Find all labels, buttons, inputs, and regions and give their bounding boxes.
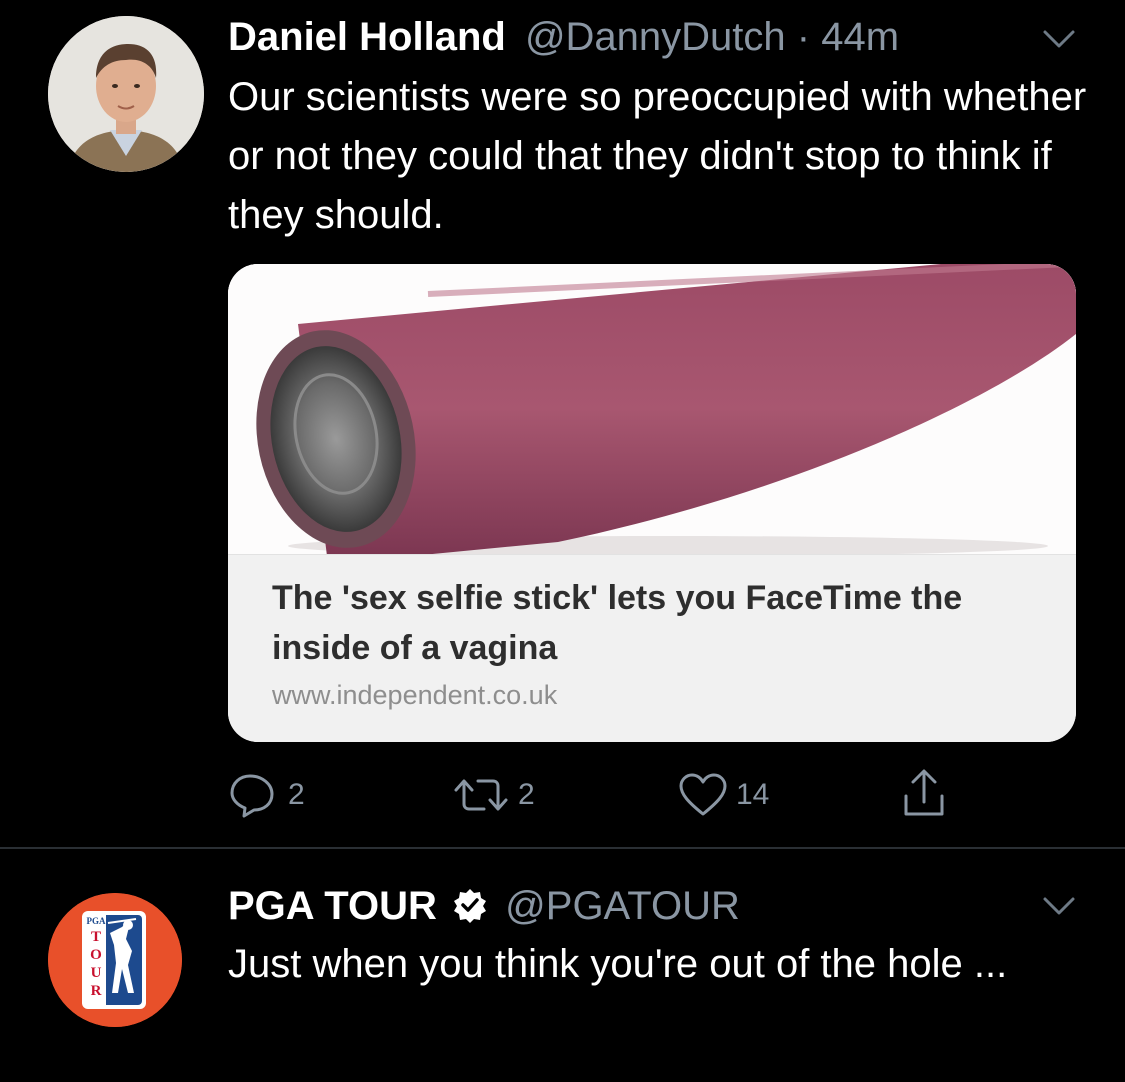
- tweet-header: Daniel Holland @DannyDutch · 44m: [228, 14, 899, 60]
- handle[interactable]: @PGATOUR: [505, 884, 740, 928]
- avatar-pga-tour[interactable]: PGA TOUR: [48, 893, 182, 1027]
- tweet-header: PGA TOUR @PGATOUR: [228, 883, 740, 929]
- pga-tour-logo: [48, 893, 182, 1027]
- share-button[interactable]: [900, 768, 948, 820]
- display-name[interactable]: PGA TOUR: [228, 884, 437, 928]
- retweet-icon: [454, 779, 508, 811]
- separator: ·: [796, 15, 811, 59]
- reply-icon: [230, 774, 274, 818]
- link-card-image: [228, 264, 1076, 564]
- avatar-daniel-holland[interactable]: [48, 16, 204, 172]
- link-card[interactable]: The 'sex selfie stick' lets you FaceTime…: [228, 264, 1076, 742]
- like-count: 14: [736, 778, 770, 811]
- verified-badge-icon: [454, 889, 487, 923]
- heart-icon: [679, 773, 727, 816]
- link-card-meta: The 'sex selfie stick' lets you FaceTime…: [228, 554, 1076, 742]
- chevron-down-icon[interactable]: [1041, 893, 1077, 919]
- tweet-text: Just when you think you're out of the ho…: [228, 942, 1008, 986]
- pga-logo-text: PGA TOUR: [86, 916, 106, 999]
- person-photo: [48, 16, 204, 172]
- tweet-text: Our scientists were so preoccupied with …: [228, 75, 1087, 237]
- tweet-pga-tour[interactable]: PGA TOUR PGA TOUR @PGATOUR Just when you…: [0, 849, 1125, 1082]
- link-card-title: The 'sex selfie stick' lets you FaceTime…: [272, 579, 963, 667]
- share-icon: [904, 769, 944, 816]
- link-card-url: www.independent.co.uk: [272, 680, 558, 710]
- like-button[interactable]: 14: [678, 772, 769, 818]
- tweet-actions: 2 2 14: [0, 766, 1125, 826]
- tweet-daniel-holland[interactable]: Daniel Holland @DannyDutch · 44m Our sci…: [0, 0, 1125, 848]
- timestamp[interactable]: 44m: [821, 15, 899, 59]
- display-name[interactable]: Daniel Holland: [228, 15, 506, 59]
- retweet-button[interactable]: 2: [452, 772, 535, 818]
- handle[interactable]: @DannyDutch: [525, 15, 786, 59]
- reply-count: 2: [288, 778, 305, 811]
- reply-button[interactable]: 2: [228, 772, 305, 818]
- retweet-count: 2: [518, 778, 535, 811]
- chevron-down-icon[interactable]: [1041, 26, 1077, 52]
